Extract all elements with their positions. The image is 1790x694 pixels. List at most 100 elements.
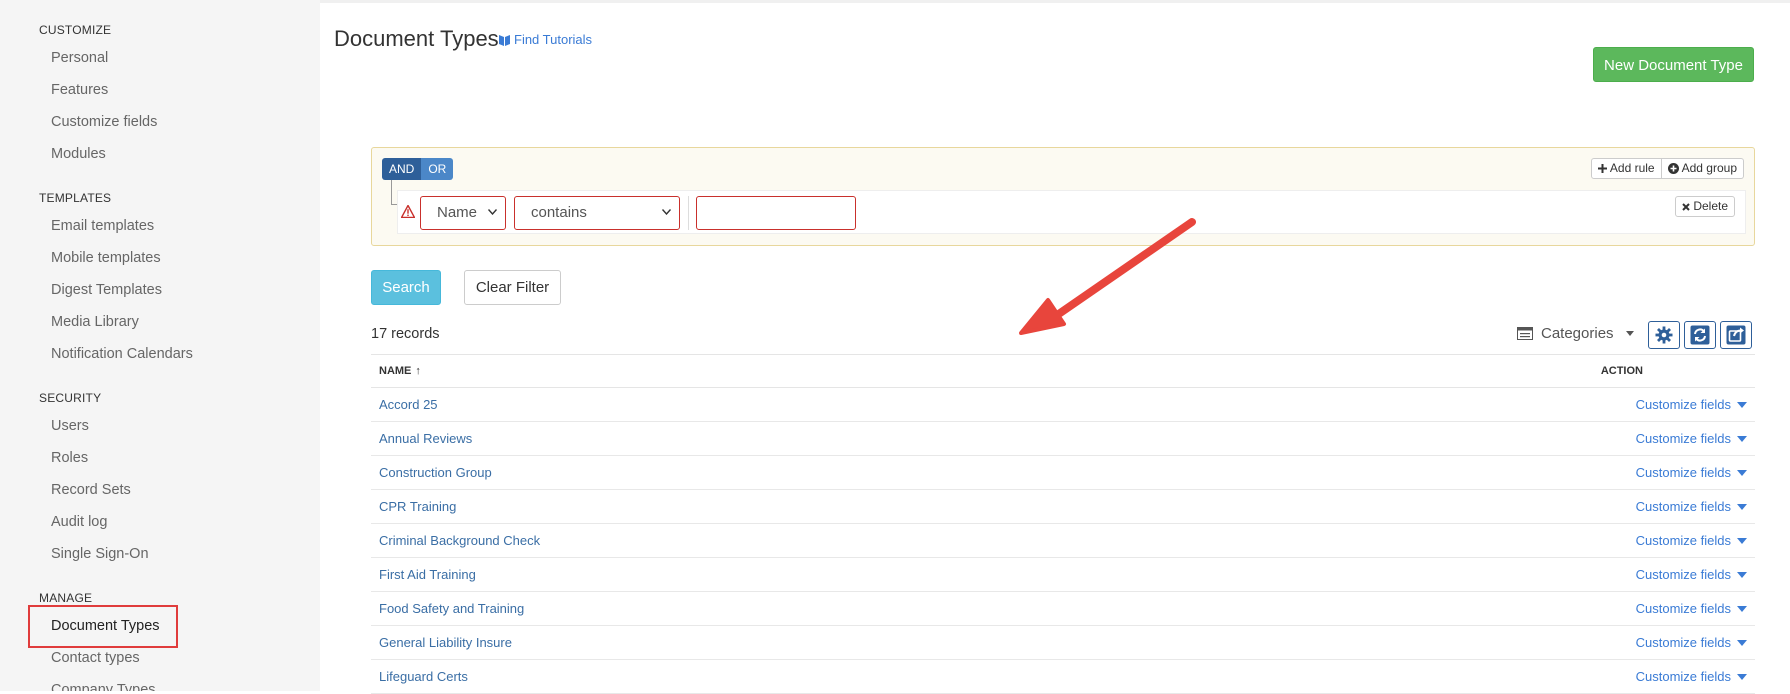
or-button[interactable]: OR — [421, 158, 454, 180]
sort-ascending-icon: ↑ — [415, 365, 421, 377]
delete-rule-button[interactable]: Delete — [1675, 196, 1735, 217]
customize-fields-dropdown[interactable]: Customize fields — [1636, 499, 1747, 514]
sidebar-item-personal[interactable]: Personal — [51, 50, 108, 66]
sidebar-item-record-sets[interactable]: Record Sets — [51, 482, 131, 498]
customize-fields-label: Customize fields — [1635, 499, 1731, 514]
settings-button[interactable] — [1648, 321, 1680, 349]
sidebar-item-roles[interactable]: Roles — [51, 450, 88, 466]
chevron-down-icon — [488, 209, 497, 215]
sidebar-item-contact-types[interactable]: Contact types — [51, 650, 140, 666]
sidebar-heading-customize: CUSTOMIZE — [39, 23, 112, 37]
caret-down-icon — [1737, 435, 1747, 442]
customize-fields-dropdown[interactable]: Customize fields — [1636, 397, 1747, 412]
document-type-link[interactable]: General Liability Insure — [379, 635, 512, 650]
and-button[interactable]: AND — [382, 158, 422, 180]
caret-down-icon — [1737, 537, 1747, 544]
caret-down-icon — [1737, 571, 1747, 578]
categories-label: Categories — [1541, 325, 1614, 342]
sidebar-item-audit-log[interactable]: Audit log — [51, 514, 107, 530]
rule-field-select[interactable]: Name — [420, 196, 506, 230]
table-row: CPR Training Customize fields — [371, 489, 1755, 524]
warning-icon — [401, 205, 415, 218]
refresh-icon — [1690, 325, 1710, 345]
gear-icon — [1655, 326, 1673, 344]
condition-toggle: AND OR — [382, 158, 454, 180]
customize-fields-dropdown[interactable]: Customize fields — [1636, 635, 1747, 650]
plus-circle-icon — [1667, 163, 1679, 174]
delete-label: Delete — [1693, 199, 1728, 213]
name-column-header[interactable]: NAME ↑ — [371, 354, 1094, 388]
records-count: 17 records — [371, 326, 440, 342]
customize-fields-dropdown[interactable]: Customize fields — [1636, 431, 1747, 446]
list-icon — [1517, 327, 1533, 340]
document-type-link[interactable]: Construction Group — [379, 465, 492, 480]
caret-down-icon — [1737, 639, 1747, 646]
sidebar-heading-manage: MANAGE — [39, 591, 93, 605]
document-type-link[interactable]: Annual Reviews — [379, 431, 472, 446]
rule-field-value: Name — [437, 204, 478, 221]
customize-fields-label: Customize fields — [1635, 397, 1731, 412]
categories-dropdown[interactable]: Categories — [1517, 325, 1634, 342]
filter-rule-row: Name contains Delete — [397, 190, 1746, 234]
sidebar-item-single-sign-on[interactable]: Single Sign-On — [51, 546, 149, 562]
document-type-link[interactable]: Accord 25 — [379, 397, 438, 412]
sidebar-item-notification-calendars[interactable]: Notification Calendars — [51, 346, 193, 362]
rule-value-input[interactable] — [696, 196, 856, 230]
sidebar-item-company-types[interactable]: Company Types — [51, 682, 156, 691]
new-document-type-button[interactable]: New Document Type — [1593, 47, 1754, 82]
caret-down-icon — [1737, 503, 1747, 510]
add-rule-label: Add rule — [1609, 161, 1655, 175]
document-type-link[interactable]: Lifeguard Certs — [379, 669, 468, 684]
name-column-label: NAME — [379, 365, 412, 377]
sidebar-item-customize-fields[interactable]: Customize fields — [51, 114, 157, 130]
sidebar-item-users[interactable]: Users — [51, 418, 89, 434]
chevron-down-icon — [662, 209, 671, 215]
query-builder: AND OR Add rule Add group Name contains … — [371, 147, 1755, 246]
action-column-header: ACTION — [1093, 354, 1755, 388]
customize-fields-dropdown[interactable]: Customize fields — [1636, 669, 1747, 684]
rule-operator-select[interactable]: contains — [514, 196, 680, 230]
customize-fields-label: Customize fields — [1635, 601, 1731, 616]
document-type-link[interactable]: Food Safety and Training — [379, 601, 524, 616]
customize-fields-dropdown[interactable]: Customize fields — [1636, 533, 1747, 548]
caret-down-icon — [1737, 673, 1747, 680]
annotation-highlight-box — [28, 605, 178, 648]
customize-fields-label: Customize fields — [1635, 567, 1731, 582]
sidebar-item-mobile-templates[interactable]: Mobile templates — [51, 250, 161, 266]
customize-fields-dropdown[interactable]: Customize fields — [1636, 601, 1747, 616]
top-divider — [320, 0, 1790, 3]
sidebar-item-features[interactable]: Features — [51, 82, 108, 98]
table-row: General Liability Insure Customize field… — [371, 625, 1755, 660]
table-row: First Aid Training Customize fields — [371, 557, 1755, 592]
customize-fields-dropdown[interactable]: Customize fields — [1636, 567, 1747, 582]
search-button[interactable]: Search — [371, 270, 441, 305]
document-types-table: NAME ↑ ACTION Accord 25 Customize fields … — [371, 354, 1755, 694]
close-icon — [1682, 202, 1691, 211]
sidebar-heading-security: SECURITY — [39, 391, 102, 405]
sidebar-item-modules[interactable]: Modules — [51, 146, 106, 162]
document-type-link[interactable]: CPR Training — [379, 499, 456, 514]
find-tutorials-link[interactable]: Find Tutorials — [499, 32, 592, 47]
add-group-button[interactable]: Add group — [1661, 158, 1744, 179]
sidebar-heading-templates: TEMPLATES — [39, 191, 112, 205]
refresh-button[interactable] — [1684, 321, 1716, 349]
rule-operator-value: contains — [531, 204, 587, 221]
main-content: Document Types Find Tutorials New Docume… — [320, 0, 1790, 694]
find-tutorials-label: Find Tutorials — [514, 32, 593, 47]
sidebar-item-media-library[interactable]: Media Library — [51, 314, 139, 330]
table-row: Construction Group Customize fields — [371, 455, 1755, 490]
table-row: Lifeguard Certs Customize fields — [371, 659, 1755, 694]
add-group-label: Add group — [1681, 161, 1737, 175]
table-row: Food Safety and Training Customize field… — [371, 591, 1755, 626]
sidebar-item-digest-templates[interactable]: Digest Templates — [51, 282, 162, 298]
document-type-link[interactable]: Criminal Background Check — [379, 533, 540, 548]
sidebar-item-email-templates[interactable]: Email templates — [51, 218, 154, 234]
caret-down-icon — [1737, 469, 1747, 476]
export-button[interactable] — [1720, 321, 1752, 349]
add-rule-button[interactable]: Add rule — [1590, 158, 1662, 179]
clear-filter-button[interactable]: Clear Filter — [464, 270, 561, 305]
document-type-link[interactable]: First Aid Training — [379, 567, 476, 582]
plus-icon — [1597, 164, 1607, 173]
customize-fields-dropdown[interactable]: Customize fields — [1636, 465, 1747, 480]
caret-down-icon — [1737, 605, 1747, 612]
